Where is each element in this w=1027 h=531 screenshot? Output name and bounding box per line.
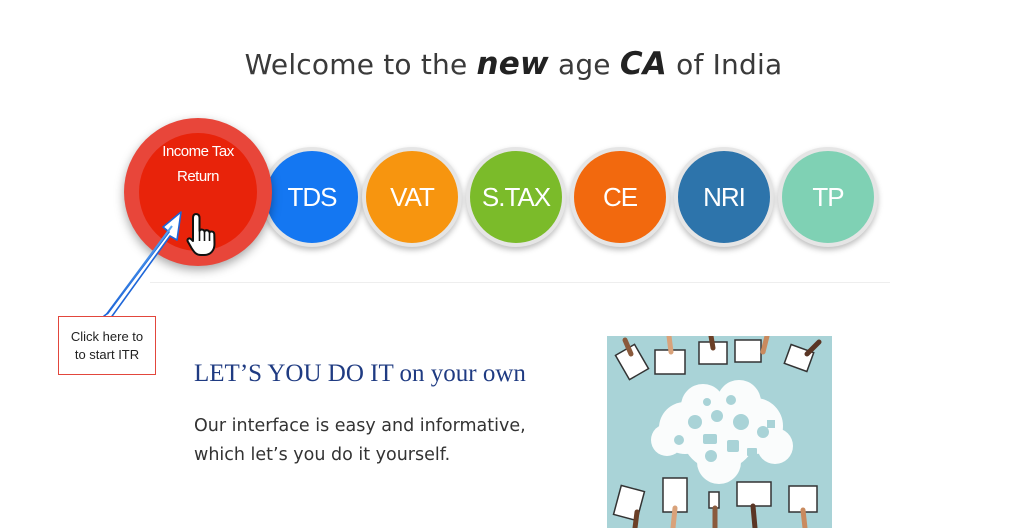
service-button-tp[interactable]: TP <box>778 147 878 247</box>
title-middle: age <box>557 48 611 81</box>
service-label-stax: S.TAX <box>481 181 551 212</box>
illustration-graphic <box>607 336 832 528</box>
service-button-nri[interactable]: NRI <box>674 147 774 247</box>
hand-pointer-icon <box>186 213 216 256</box>
cloud-collaboration-illustration <box>607 336 832 528</box>
callout-line2: to start ITR <box>74 347 140 362</box>
service-label-itr-line2: Return <box>176 168 220 185</box>
service-button-vat[interactable]: VAT <box>362 147 462 247</box>
page-title: Welcome to the new age CA of India <box>0 46 1027 82</box>
title-suffix: of India <box>676 48 783 81</box>
title-emphasis-new: new <box>476 46 549 82</box>
service-label-itr-line1: Income Tax <box>162 143 234 160</box>
description-line1: Our interface is easy and informative, <box>194 416 526 436</box>
service-label-vat: VAT <box>390 181 435 212</box>
callout-line1: Click here to <box>70 329 144 344</box>
start-itr-callout: Click here to to start ITR <box>58 316 156 375</box>
section-tagline: LET’S YOU DO IT on your own <box>194 360 526 387</box>
service-label-nri: NRI <box>703 181 746 212</box>
section-description: Our interface is easy and informative, w… <box>194 412 574 470</box>
service-button-tds[interactable]: TDS <box>262 147 362 247</box>
service-label-ce: CE <box>602 181 638 212</box>
service-label-tds: TDS <box>287 181 338 212</box>
title-prefix: Welcome to the <box>244 48 468 81</box>
title-emphasis-ca: CA <box>619 46 667 82</box>
description-line2: which let’s you do it yourself. <box>194 445 451 465</box>
section-divider <box>150 282 890 283</box>
service-button-ce[interactable]: CE <box>570 147 670 247</box>
service-button-stax[interactable]: S.TAX <box>466 147 566 247</box>
service-label-tp: TP <box>812 181 844 212</box>
